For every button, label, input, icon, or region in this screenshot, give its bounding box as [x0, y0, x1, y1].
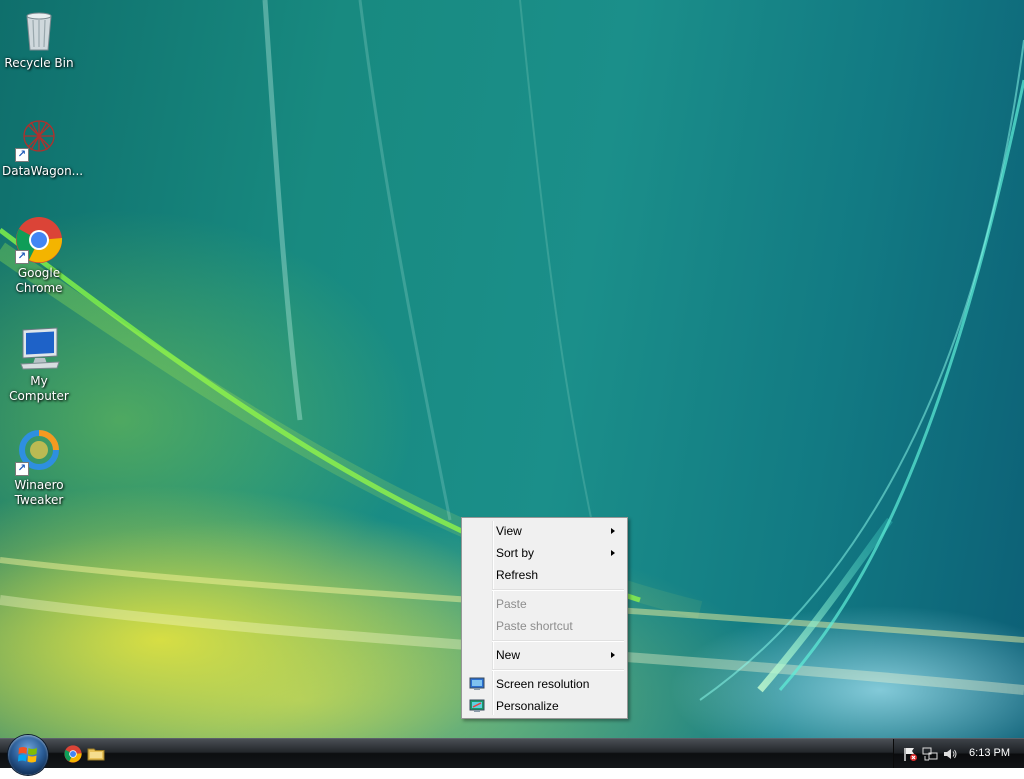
submenu-arrow-icon [611, 652, 615, 658]
winaero-tweaker-icon: ↗ [15, 428, 63, 476]
clock[interactable]: 6:13 PM [969, 739, 1010, 768]
desktop-icon-my-computer[interactable]: My Computer [0, 324, 78, 404]
desktop-icon-label: DataWagon... [2, 164, 84, 178]
menu-item-new[interactable]: New [464, 645, 625, 665]
menu-item-view[interactable]: View [464, 521, 625, 541]
shortcut-arrow-icon: ↗ [15, 250, 29, 264]
menu-item-paste[interactable]: Paste [464, 594, 625, 614]
action-center-flag-icon[interactable] [902, 746, 918, 762]
desktop-icon-label: Recycle Bin [4, 56, 74, 70]
volume-icon[interactable] [942, 746, 958, 762]
screen-resolution-icon [469, 676, 485, 692]
desktop-icon-recycle-bin[interactable]: Recycle Bin [0, 6, 78, 71]
folder-icon [87, 748, 105, 761]
menu-item-label: Screen resolution [496, 677, 590, 691]
menu-item-label: Personalize [496, 699, 559, 713]
desktop-icon-label: Google Chrome [15, 266, 63, 295]
menu-item-label: Paste [496, 597, 527, 611]
menu-separator [492, 589, 624, 591]
desktop-context-menu: View Sort by Refresh Paste Paste shortcu… [461, 517, 628, 719]
menu-item-screen-resolution[interactable]: Screen resolution [464, 674, 625, 694]
chrome-icon [64, 745, 82, 763]
desktop-icon-label: Winaero Tweaker [14, 478, 64, 507]
datawagon-icon: ↗ [15, 114, 63, 162]
desktop-icon-winaero-tweaker[interactable]: ↗ Winaero Tweaker [0, 428, 78, 508]
submenu-arrow-icon [611, 528, 615, 534]
menu-item-sort-by[interactable]: Sort by [464, 543, 625, 563]
desktop-icon-google-chrome[interactable]: ↗ Google Chrome [0, 216, 78, 296]
menu-separator [492, 640, 624, 642]
submenu-arrow-icon [611, 550, 615, 556]
windows-logo-icon [18, 747, 37, 763]
desktop-icon-datawagon[interactable]: ↗ DataWagon... [0, 114, 84, 179]
computer-icon [15, 324, 63, 372]
shortcut-arrow-icon: ↗ [15, 462, 29, 476]
menu-item-personalize[interactable]: Personalize [464, 696, 625, 716]
network-icon[interactable] [922, 746, 938, 762]
shortcut-arrow-icon: ↗ [15, 148, 29, 162]
desktop[interactable]: Recycle Bin ↗ DataWagon... ↗ Google Chro… [0, 0, 1024, 738]
menu-item-refresh[interactable]: Refresh [464, 565, 625, 585]
menu-item-label: New [496, 648, 521, 662]
taskbar: 6:13 PM [0, 735, 1024, 775]
desktop-icon-label: My Computer [9, 374, 69, 403]
menu-item-label: Paste shortcut [496, 619, 573, 633]
menu-item-paste-shortcut[interactable]: Paste shortcut [464, 616, 625, 636]
personalize-icon [469, 698, 485, 714]
notification-area: 6:13 PM [893, 739, 1024, 768]
menu-separator [492, 669, 624, 671]
recycle-bin-icon [15, 6, 63, 54]
quicklaunch-explorer[interactable] [87, 745, 105, 763]
start-button[interactable] [8, 735, 48, 775]
menu-item-label: Refresh [496, 568, 539, 582]
menu-item-label: View [496, 524, 522, 538]
chrome-icon: ↗ [15, 216, 63, 264]
menu-item-label: Sort by [496, 546, 535, 560]
quicklaunch-chrome[interactable] [64, 745, 82, 763]
